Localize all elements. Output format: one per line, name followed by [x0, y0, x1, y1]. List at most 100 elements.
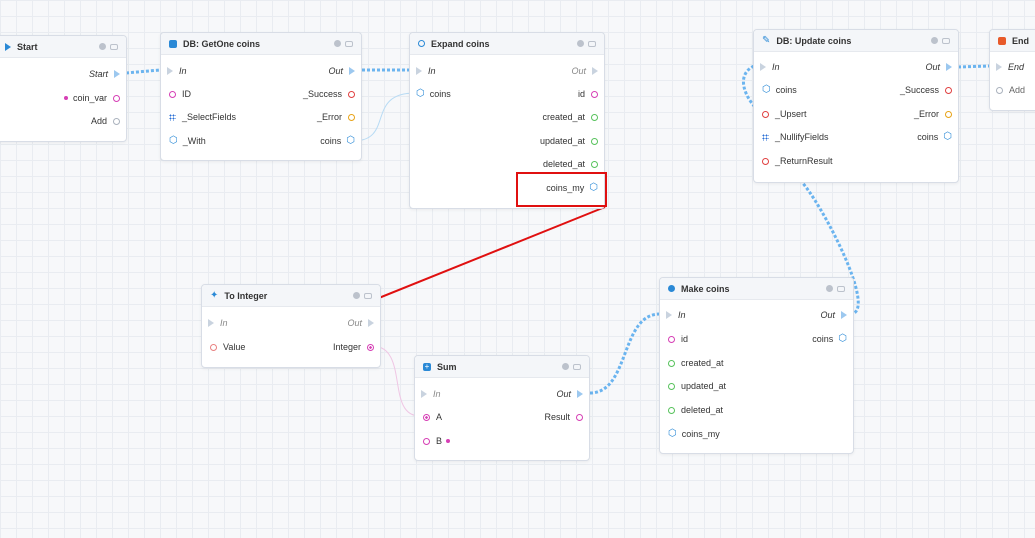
node-title: Start [17, 41, 38, 52]
node-title: DB: Update coins [776, 35, 852, 46]
var-pin[interactable] [113, 94, 120, 102]
exec-in-pin[interactable] [421, 390, 427, 398]
output-label: coins [812, 334, 834, 344]
stop-icon [998, 36, 1006, 45]
struct-pin-icon[interactable]: ⬡ [943, 132, 952, 142]
data-wire-coins [352, 92, 416, 142]
input-pin[interactable] [762, 157, 769, 165]
comment-icon[interactable] [110, 43, 118, 50]
exec-out-pin[interactable] [114, 70, 120, 78]
node-db-getone-coins[interactable]: DB: GetOne coins In Out ID _SelectFields… [160, 32, 362, 161]
node-title: Expand coins [431, 38, 490, 49]
comment-icon[interactable] [573, 363, 581, 370]
input-label: updated_at [681, 381, 727, 391]
add-label[interactable]: Add [1009, 85, 1025, 95]
exec-in-pin[interactable] [167, 67, 173, 75]
exec-in-label: End [1008, 62, 1025, 72]
input-pin[interactable] [169, 90, 176, 98]
output-label: _Success [302, 89, 342, 99]
output-pin[interactable] [591, 137, 598, 145]
node-to-integer[interactable]: ✦ To Integer In Out Value Integer [201, 284, 381, 368]
input-label: ID [182, 89, 191, 99]
node-sum[interactable]: + Sum In Out A B Result [414, 355, 590, 461]
input-pin[interactable] [210, 343, 217, 351]
output-label: id [577, 89, 585, 99]
input-pin[interactable] [668, 359, 675, 367]
comment-icon[interactable] [345, 40, 353, 47]
sparkle-icon: ✦ [210, 290, 219, 301]
exec-out-pin[interactable] [592, 67, 598, 75]
output-label: updated_at [539, 136, 585, 146]
array-pin-icon[interactable] [762, 133, 769, 141]
input-pin[interactable] [668, 382, 675, 390]
output-pin[interactable] [591, 113, 598, 121]
add-icon[interactable] [996, 86, 1003, 94]
help-icon[interactable] [577, 40, 584, 47]
exec-out-label: Out [571, 66, 586, 76]
exec-in-pin[interactable] [208, 319, 214, 327]
input-label: deleted_at [681, 405, 724, 415]
node-title: Make coins [681, 283, 730, 294]
exec-in-pin[interactable] [760, 63, 766, 71]
output-pin[interactable] [367, 343, 374, 351]
input-pin[interactable] [668, 406, 675, 414]
exec-in-label: In [179, 66, 187, 76]
output-pin[interactable] [945, 110, 952, 118]
expand-icon [418, 40, 425, 47]
output-label: Integer [332, 342, 361, 352]
exec-out-label: Out [925, 62, 940, 72]
input-pin[interactable] [668, 335, 675, 343]
node-end[interactable]: End End Add [989, 29, 1035, 111]
output-pin[interactable] [576, 413, 583, 421]
exec-out-pin[interactable] [349, 67, 355, 75]
exec-in-pin[interactable] [996, 63, 1002, 71]
help-icon[interactable] [826, 285, 833, 292]
output-pin[interactable] [348, 113, 355, 121]
exec-out-label: Start [88, 69, 108, 79]
comment-icon[interactable] [942, 37, 950, 44]
annotation-highlight-box [516, 172, 607, 207]
input-label: _SelectFields [182, 112, 237, 122]
input-pin[interactable] [423, 413, 430, 421]
array-pin-icon[interactable] [169, 113, 176, 121]
database-icon [169, 39, 177, 48]
help-icon[interactable] [99, 43, 106, 50]
help-icon[interactable] [353, 292, 360, 299]
help-icon[interactable] [334, 40, 341, 47]
comment-icon[interactable] [588, 40, 596, 47]
var-label: coin_var [72, 93, 107, 103]
input-pin[interactable] [423, 437, 430, 445]
plus-icon: + [423, 361, 431, 371]
comment-icon[interactable] [364, 292, 372, 299]
exec-out-pin[interactable] [577, 390, 583, 398]
help-icon[interactable] [931, 37, 938, 44]
comment-icon[interactable] [837, 285, 845, 292]
exec-in-label: In [772, 62, 780, 72]
node-db-update-coins[interactable]: ✎ DB: Update coins In Out ⬡ coins _Upser… [753, 29, 959, 183]
input-pin[interactable] [762, 110, 769, 118]
output-pin[interactable] [348, 90, 355, 98]
output-label: Result [544, 412, 570, 422]
add-label[interactable]: Add [91, 116, 107, 126]
node-make-coins[interactable]: Make coins In Out id created_at updated_… [659, 277, 854, 454]
exec-out-pin[interactable] [946, 63, 952, 71]
struct-pin-icon[interactable]: ⬡ [416, 89, 425, 99]
output-label: deleted_at [542, 159, 585, 169]
add-icon[interactable] [113, 117, 120, 125]
struct-pin-icon[interactable]: ⬡ [762, 85, 771, 95]
node-start[interactable]: Start Start coin_var Add [0, 35, 127, 142]
struct-pin-icon[interactable]: ⬡ [169, 136, 178, 146]
struct-pin-icon[interactable]: ⬡ [668, 429, 677, 439]
struct-pin-icon[interactable]: ⬡ [346, 136, 355, 146]
exec-out-pin[interactable] [368, 319, 374, 327]
node-title: Sum [437, 361, 457, 372]
exec-in-pin[interactable] [416, 67, 422, 75]
help-icon[interactable] [562, 363, 569, 370]
output-label: coins [320, 136, 342, 146]
exec-out-pin[interactable] [841, 311, 847, 319]
output-pin[interactable] [591, 90, 598, 98]
struct-pin-icon[interactable]: ⬡ [838, 334, 847, 344]
exec-in-pin[interactable] [666, 311, 672, 319]
output-pin[interactable] [591, 160, 598, 168]
output-pin[interactable] [945, 86, 952, 94]
